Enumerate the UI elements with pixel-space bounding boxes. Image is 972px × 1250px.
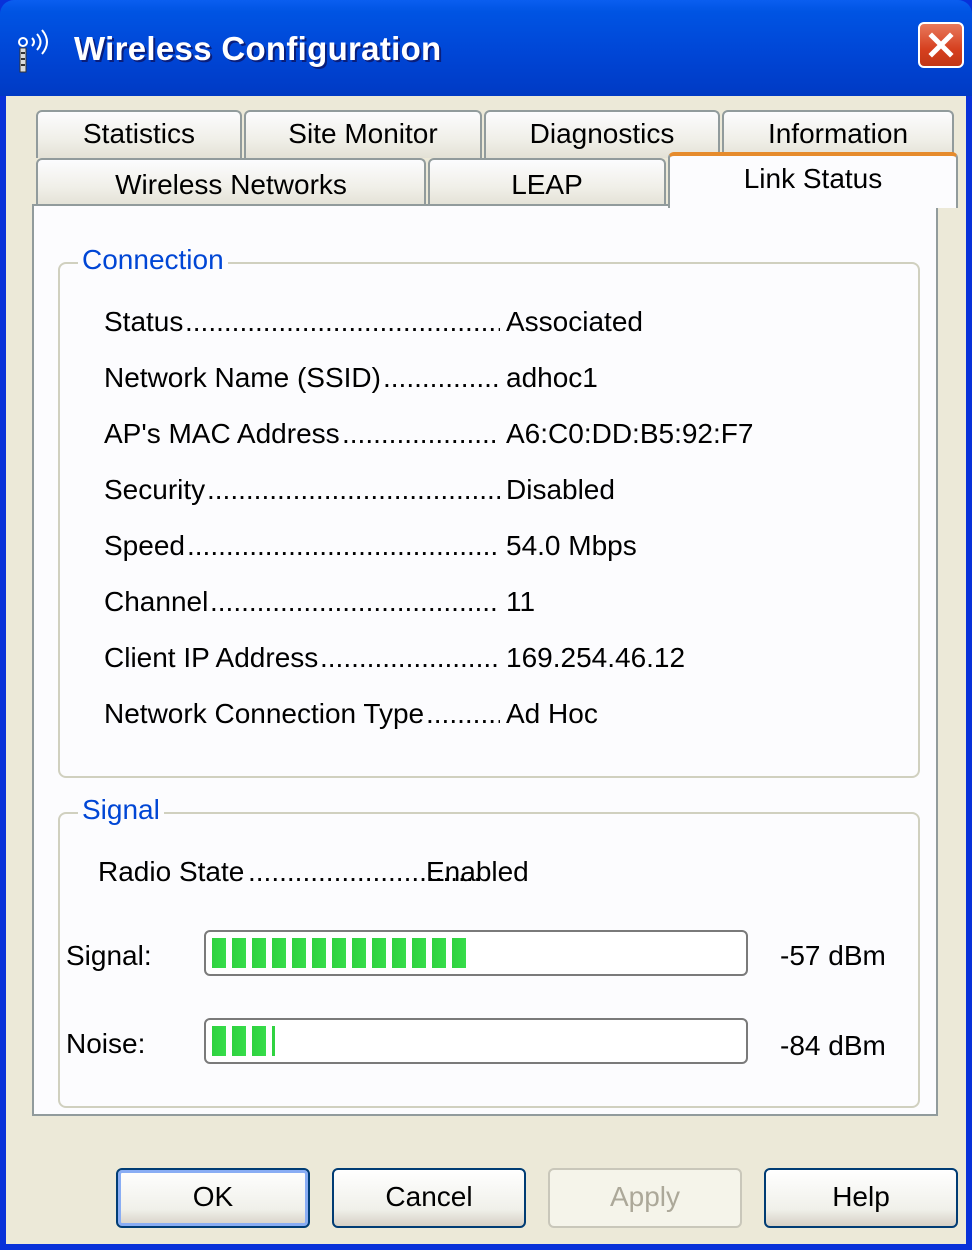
dot-leader: ........................................… bbox=[207, 474, 500, 505]
connection-row-label: Client IP Address bbox=[104, 642, 319, 673]
noise-meter-fill bbox=[212, 1026, 276, 1056]
connection-row: Network Connection Type.................… bbox=[104, 698, 804, 732]
connection-row-value: A6:C0:DD:B5:92:F7 bbox=[506, 418, 754, 449]
signal-meter-label: Signal: bbox=[66, 940, 152, 971]
cancel-button[interactable]: Cancel bbox=[332, 1168, 526, 1228]
connection-row: Speed...................................… bbox=[104, 530, 804, 564]
link-status-panel: Connection Status.......................… bbox=[32, 204, 938, 1116]
connection-row-value: adhoc1 bbox=[506, 362, 598, 393]
tab-site-monitor[interactable]: Site Monitor bbox=[244, 110, 482, 158]
radio-state-label: Radio State bbox=[98, 856, 245, 887]
connection-row-label: AP's MAC Address bbox=[104, 418, 340, 449]
connection-row-label: Channel bbox=[104, 586, 209, 617]
apply-button[interactable]: Apply bbox=[548, 1168, 742, 1228]
dot-leader: ........................................… bbox=[342, 418, 500, 449]
radio-state-row: Radio State ............................… bbox=[98, 856, 598, 890]
noise-level-meter bbox=[204, 1018, 748, 1064]
tab-information[interactable]: Information bbox=[722, 110, 954, 158]
connection-row: Channel.................................… bbox=[104, 586, 804, 620]
dot-leader: ........................................… bbox=[426, 698, 500, 729]
wireless-configuration-window: Wireless Configuration Statistics Site M… bbox=[0, 0, 972, 1250]
wireless-antenna-icon bbox=[18, 29, 48, 73]
signal-strength-meter bbox=[204, 930, 748, 976]
tab-diagnostics[interactable]: Diagnostics bbox=[484, 110, 720, 158]
signal-group-label: Signal bbox=[78, 794, 164, 826]
connection-group-label: Connection bbox=[78, 244, 228, 276]
connection-row-value: 11 bbox=[506, 586, 536, 617]
connection-row-value: 54.0 Mbps bbox=[506, 530, 637, 561]
dot-leader: ........................................… bbox=[383, 362, 500, 393]
connection-row-value: Associated bbox=[506, 306, 643, 337]
radio-state-value: Enabled bbox=[426, 856, 529, 887]
connection-row-value: Ad Hoc bbox=[506, 698, 598, 729]
help-button[interactable]: Help bbox=[764, 1168, 958, 1228]
window-title: Wireless Configuration bbox=[74, 30, 442, 67]
close-icon bbox=[928, 32, 954, 58]
noise-meter-label: Noise: bbox=[66, 1028, 146, 1059]
close-button[interactable] bbox=[918, 22, 964, 68]
connection-row: AP's MAC Address........................… bbox=[104, 418, 804, 452]
tab-leap[interactable]: LEAP bbox=[428, 158, 666, 206]
connection-row-label: Network Connection Type bbox=[104, 698, 425, 729]
dot-leader: ........................................… bbox=[187, 530, 500, 561]
dot-leader: ........................................… bbox=[185, 306, 500, 337]
signal-meter-value: -57 dBm bbox=[780, 940, 886, 971]
connection-row-label: Network Name (SSID) bbox=[104, 362, 381, 393]
signal-meter-fill bbox=[212, 938, 471, 968]
ok-button[interactable]: OK bbox=[116, 1168, 310, 1228]
tab-wireless-networks[interactable]: Wireless Networks bbox=[36, 158, 426, 206]
noise-meter-value: -84 dBm bbox=[780, 1030, 886, 1061]
tab-link-status[interactable]: Link Status bbox=[668, 152, 958, 208]
connection-row-label: Security bbox=[104, 474, 206, 505]
dot-leader: ........................................… bbox=[320, 642, 500, 673]
connection-row-label: Speed bbox=[104, 530, 185, 561]
title-bar[interactable]: Wireless Configuration bbox=[0, 0, 972, 96]
connection-row-label: Status bbox=[104, 306, 184, 337]
connection-row-value: Disabled bbox=[506, 474, 615, 505]
tab-statistics[interactable]: Statistics bbox=[36, 110, 242, 158]
connection-row-value: 169.254.46.12 bbox=[506, 642, 686, 673]
connection-row: Status..................................… bbox=[104, 306, 804, 340]
connection-row: Security................................… bbox=[104, 474, 804, 508]
dialog-client-area: Statistics Site Monitor Diagnostics Info… bbox=[6, 96, 966, 1244]
connection-row: Network Name (SSID).....................… bbox=[104, 362, 804, 396]
connection-row: Client IP Address.......................… bbox=[104, 642, 804, 676]
dot-leader: ........................................… bbox=[210, 586, 500, 617]
